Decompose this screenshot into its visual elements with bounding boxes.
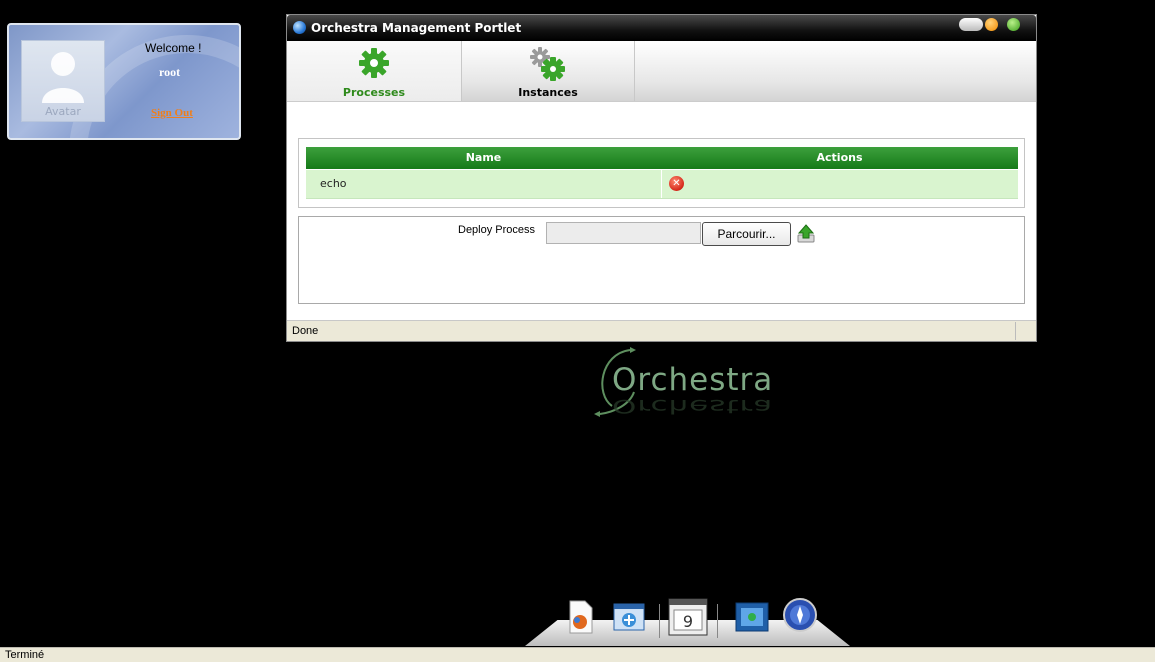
logo-text: Orchestra <box>612 362 774 398</box>
process-grid: Name Actions echo ✕ <box>298 138 1025 208</box>
gears-icon <box>530 47 566 84</box>
dock-separator <box>659 604 660 638</box>
upload-icon[interactable] <box>796 224 816 247</box>
globe-icon <box>293 21 306 34</box>
tab-instances-label: Instances <box>518 86 578 99</box>
deploy-process-label: Deploy Process <box>458 224 536 236</box>
avatar-silhouette-icon <box>42 52 84 103</box>
process-name-cell: echo <box>320 177 347 190</box>
table-row[interactable]: echo ✕ <box>306 170 1018 199</box>
browse-button[interactable]: Parcourir... <box>702 222 791 246</box>
maximize-button[interactable] <box>985 18 998 31</box>
column-name-header[interactable]: Name <box>306 151 661 164</box>
username: root <box>159 65 181 79</box>
welcome-text: Welcome ! <box>145 41 202 55</box>
portlet-window: Orchestra Management Portlet Processes I… <box>286 14 1037 342</box>
status-text: Done <box>292 325 319 337</box>
user-card: Avatar Welcome ! root Sign Out <box>7 23 241 140</box>
dock-bar: 9 <box>525 598 850 646</box>
sign-out-link[interactable]: Sign Out <box>151 107 193 119</box>
window-titlebar[interactable]: Orchestra Management Portlet <box>287 15 1036 41</box>
tab-processes-label: Processes <box>342 86 406 99</box>
tab-instances[interactable]: Instances <box>462 41 635 101</box>
calendar-window-icon[interactable]: 9 <box>668 598 708 639</box>
monitor-icon[interactable] <box>735 602 769 635</box>
document-icon[interactable] <box>567 600 595 637</box>
delete-icon[interactable]: ✕ <box>669 176 684 191</box>
tab-processes[interactable]: Processes <box>287 41 462 101</box>
file-path-input[interactable] <box>546 222 701 244</box>
compass-icon[interactable] <box>783 598 817 635</box>
grid-header: Name Actions <box>306 147 1018 169</box>
browser-status-text: Terminé <box>5 649 45 661</box>
browser-statusbar: Terminé <box>0 647 1155 662</box>
window-title: Orchestra Management Portlet <box>311 21 522 35</box>
column-actions-header[interactable]: Actions <box>661 151 1018 164</box>
resize-grip[interactable] <box>1015 322 1036 340</box>
gear-icon <box>358 47 390 82</box>
avatar-label: Avatar <box>45 105 81 118</box>
window-statusbar: Done <box>287 320 1036 341</box>
orchestra-logo: Orchestra Orchestra <box>590 344 790 434</box>
svg-text:9: 9 <box>683 612 693 631</box>
close-button[interactable] <box>1007 18 1020 31</box>
minimize-button[interactable] <box>959 18 983 31</box>
cell-divider <box>661 170 662 198</box>
deploy-panel: Deploy Process Parcourir... <box>298 216 1025 304</box>
avatar: Avatar <box>21 40 105 122</box>
tab-bar: Processes Instances <box>287 41 1036 102</box>
logo-reflection: Orchestra <box>612 395 774 417</box>
add-window-icon[interactable] <box>613 602 645 635</box>
dock-separator <box>717 604 718 638</box>
